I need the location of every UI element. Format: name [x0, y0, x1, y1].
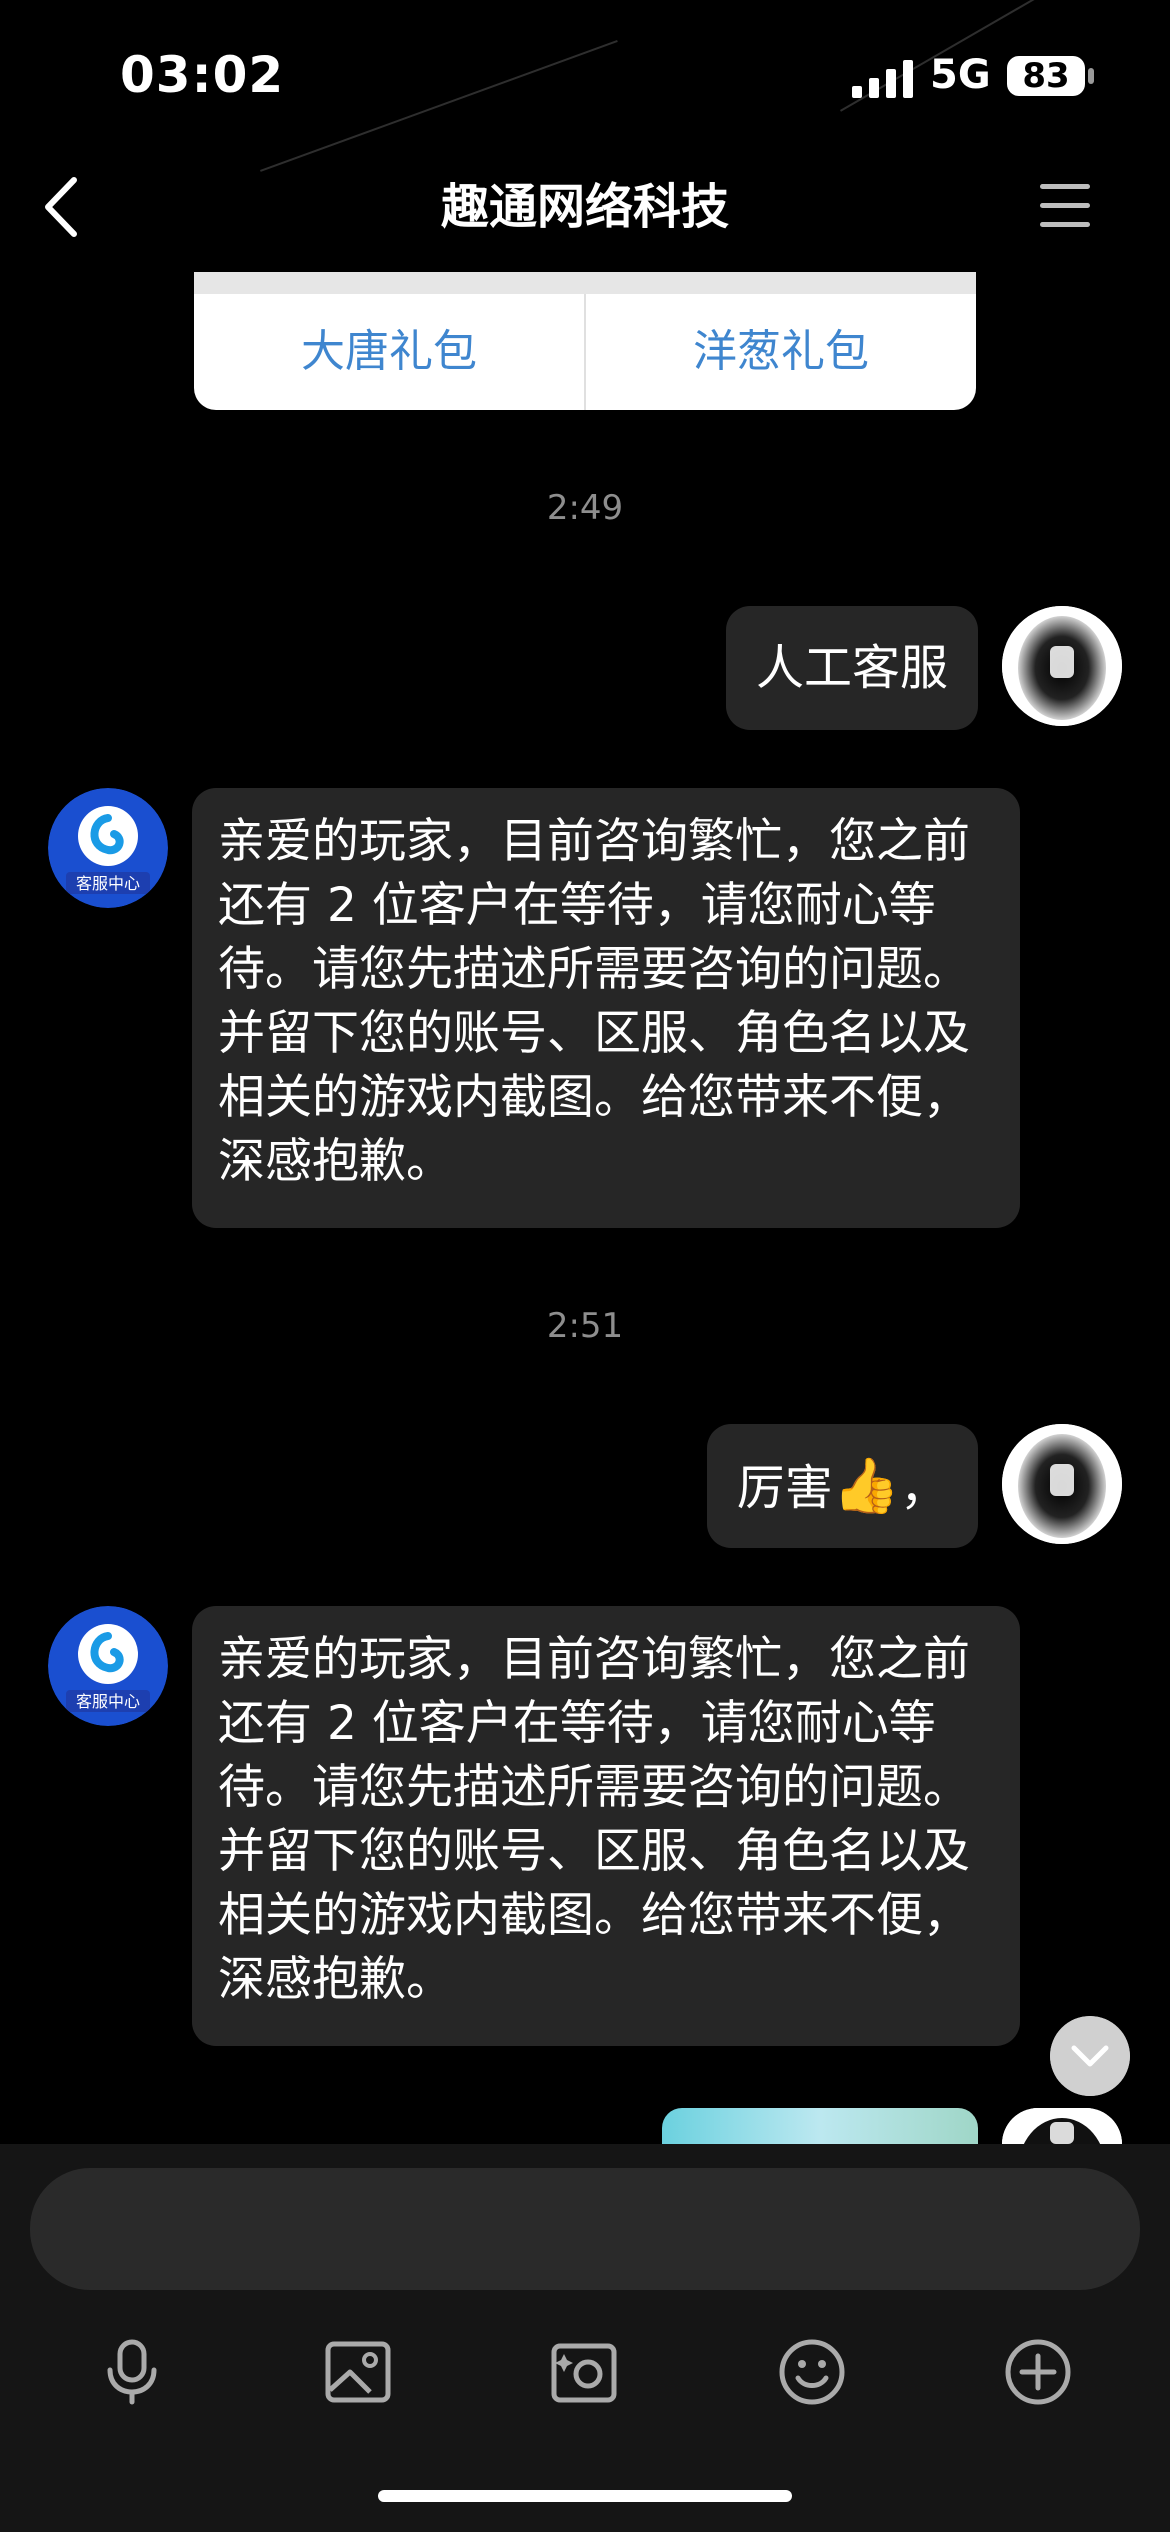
chat-title: 趣通网络科技 — [440, 179, 729, 235]
user-avatar-image — [1002, 1424, 1122, 1544]
svg-text:客服中心: 客服中心 — [76, 1692, 140, 1711]
user-avatar[interactable] — [1002, 606, 1122, 726]
card-top-strip — [194, 272, 976, 294]
emoji-icon[interactable] — [776, 2336, 848, 2408]
home-indicator — [378, 2490, 792, 2502]
sent-message-text: 厉害 — [736, 1460, 833, 1516]
service-avatar-logo: 客服中心 — [48, 1606, 168, 1726]
user-avatar[interactable] — [1002, 1424, 1122, 1544]
user-avatar[interactable] — [1002, 2108, 1122, 2144]
received-message-bubble[interactable]: 亲爱的玩家，目前咨询繁忙，您之前还有 2 位客户在等待，请您耐心等待。请您先描述… — [192, 1606, 1020, 2046]
camera-icon[interactable] — [548, 2336, 620, 2408]
image-icon[interactable] — [322, 2336, 394, 2408]
user-avatar-image — [1002, 2108, 1122, 2144]
image-message[interactable] — [662, 2108, 978, 2144]
message-input[interactable] — [30, 2168, 1140, 2290]
service-avatar-logo: 客服中心 — [48, 788, 168, 908]
received-message-bubble[interactable]: 亲爱的玩家，目前咨询繁忙，您之前还有 2 位客户在等待，请您耐心等待。请您先描述… — [192, 788, 1020, 1228]
service-avatar[interactable]: 客服中心 — [48, 788, 168, 908]
microphone-icon[interactable] — [96, 2336, 168, 2408]
hamburger-menu-icon[interactable] — [1038, 178, 1092, 234]
status-time: 03:02 — [120, 46, 285, 104]
message-timestamp: 2:49 — [546, 488, 624, 528]
battery-icon — [1088, 68, 1094, 84]
status-bar: 03:02 5G 83 — [0, 0, 1170, 172]
thumbs-up-icon: 👍 — [832, 1454, 900, 1517]
sent-message-suffix: ， — [899, 1460, 948, 1516]
battery-level: 83 — [1007, 56, 1085, 96]
add-icon[interactable] — [1002, 2336, 1074, 2408]
network-type: 5G — [930, 52, 991, 98]
svg-text:客服中心: 客服中心 — [76, 874, 140, 893]
gift-button-datang[interactable]: 大唐礼包 — [194, 294, 584, 410]
gift-card: 大唐礼包 洋葱礼包 — [194, 272, 976, 410]
sent-message-bubble[interactable]: 人工客服 — [725, 606, 978, 730]
user-avatar-image — [1002, 606, 1122, 726]
gift-button-onion[interactable]: 洋葱礼包 — [586, 294, 976, 410]
scroll-down-button[interactable] — [1050, 2016, 1130, 2096]
service-avatar[interactable]: 客服中心 — [48, 1606, 168, 1726]
message-timestamp: 2:51 — [546, 1306, 624, 1346]
signal-icon — [852, 60, 913, 98]
sent-message-bubble[interactable]: 厉害👍， — [706, 1424, 978, 1548]
